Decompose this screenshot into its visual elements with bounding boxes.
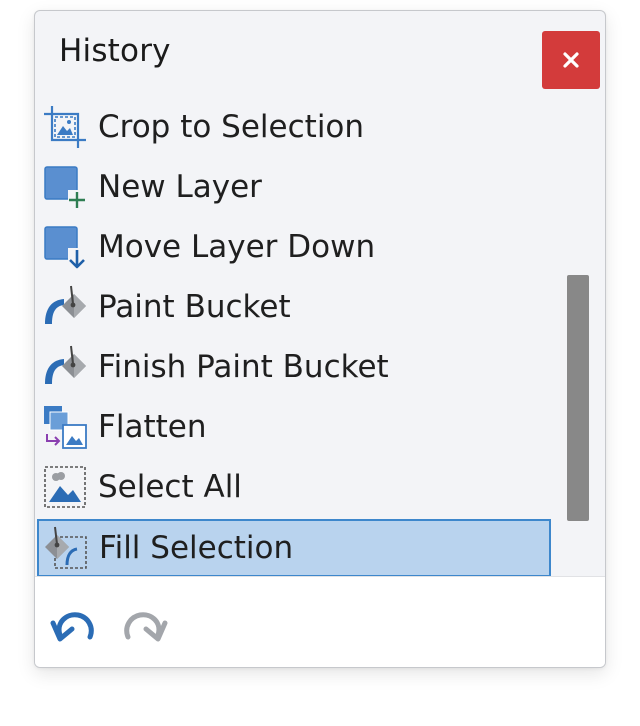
history-panel: History Crop to Selection New Layer Move… xyxy=(34,10,606,668)
history-footer xyxy=(35,576,605,667)
history-item-label: Crop to Selection xyxy=(98,109,365,145)
history-item-paint-bucket[interactable]: Paint Bucket xyxy=(38,279,548,335)
scrollbar-thumb[interactable] xyxy=(567,275,589,521)
history-list: Crop to Selection New Layer Move Layer D… xyxy=(35,99,555,579)
history-item-flatten[interactable]: Flatten xyxy=(38,399,548,455)
history-item-label: Flatten xyxy=(98,409,207,445)
history-item-crop-to-selection[interactable]: Crop to Selection xyxy=(38,99,548,155)
history-item-label: Fill Selection xyxy=(99,530,294,566)
new-layer-icon xyxy=(40,162,90,212)
history-item-label: New Layer xyxy=(98,169,262,205)
undo-icon xyxy=(50,612,94,642)
history-item-label: Finish Paint Bucket xyxy=(98,349,389,385)
close-button[interactable] xyxy=(542,31,600,89)
select-all-icon xyxy=(40,462,90,512)
move-layer-down-icon xyxy=(40,222,90,272)
history-item-label: Select All xyxy=(98,469,242,505)
history-item-select-all[interactable]: Select All xyxy=(38,459,548,515)
fill-selection-icon xyxy=(41,523,91,573)
history-item-move-layer-down[interactable]: Move Layer Down xyxy=(38,219,548,275)
crop-to-selection-icon xyxy=(40,102,90,152)
history-item-fill-selection[interactable]: Fill Selection xyxy=(37,519,551,577)
close-icon xyxy=(563,52,579,68)
finish-paint-bucket-icon xyxy=(40,342,90,392)
flatten-icon xyxy=(40,402,90,452)
history-item-label: Move Layer Down xyxy=(98,229,376,265)
redo-button[interactable] xyxy=(117,603,169,647)
panel-title: History xyxy=(59,33,171,69)
history-item-finish-paint-bucket[interactable]: Finish Paint Bucket xyxy=(38,339,548,395)
undo-button[interactable] xyxy=(49,603,101,647)
history-item-label: Paint Bucket xyxy=(98,289,291,325)
paint-bucket-icon xyxy=(40,282,90,332)
history-item-new-layer[interactable]: New Layer xyxy=(38,159,548,215)
redo-icon xyxy=(124,612,168,642)
